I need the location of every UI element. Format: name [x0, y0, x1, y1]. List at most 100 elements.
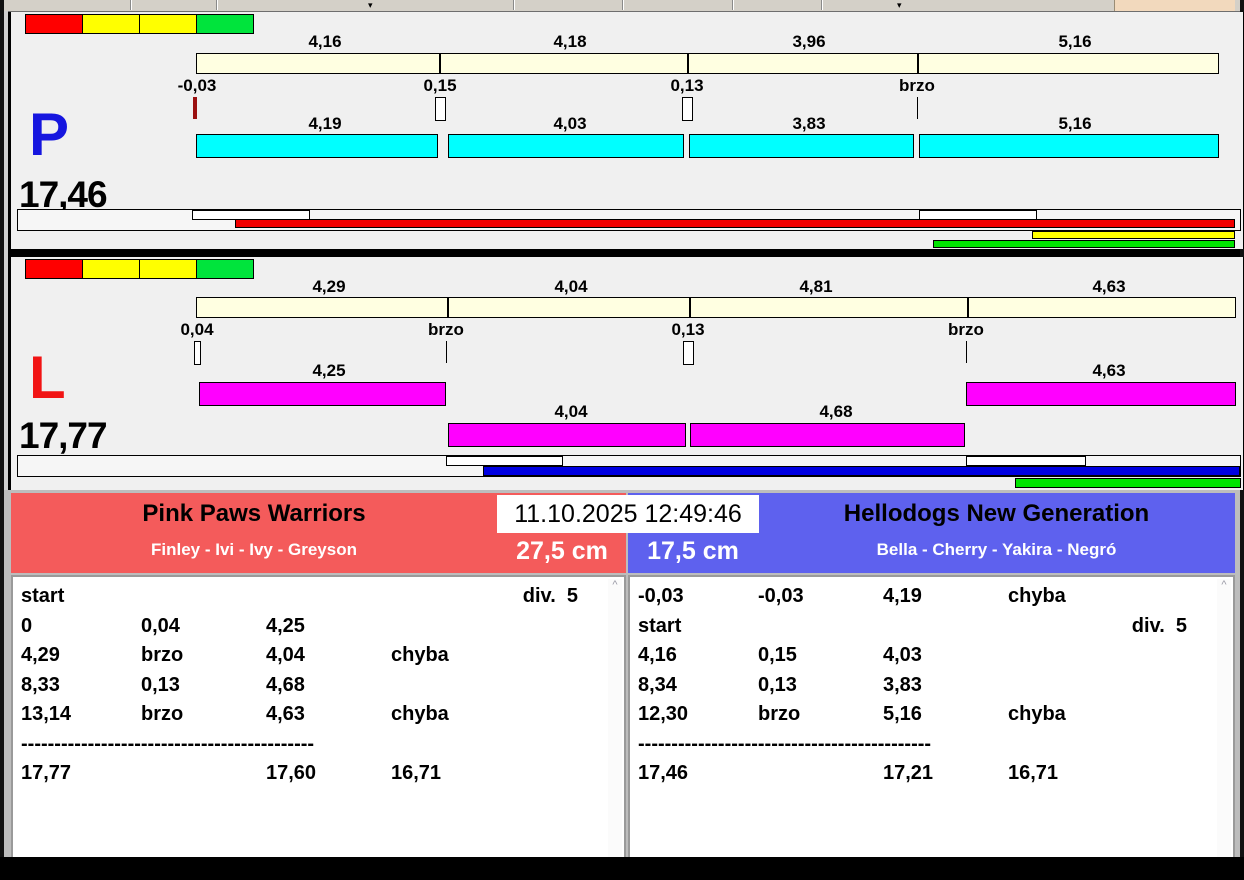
- team-name: Hellodogs New Generation: [843, 500, 1150, 527]
- log-cell: [141, 759, 266, 789]
- scroll-up-icon[interactable]: ^: [1217, 579, 1231, 591]
- scale-tick: [687, 54, 689, 73]
- dog-run-bar: [448, 134, 684, 158]
- log-cell: 0,13: [758, 673, 797, 696]
- scrollbar[interactable]: ^: [1217, 579, 1231, 857]
- log-cell: 17,21: [883, 762, 934, 784]
- log-row: 12,30 brzo 5,16 chyba: [630, 700, 1215, 730]
- dropdown-arrow-icon[interactable]: ▾: [368, 1, 373, 10]
- lane-l: 4,29 4,04 4,81 4,63 0,04 brzo 0,13 brzo …: [8, 257, 1244, 490]
- split-time-label: 3,96: [792, 32, 826, 51]
- log-cell: 4,04: [266, 644, 305, 666]
- split-scale-bar: [196, 297, 1236, 318]
- log-row: -0,03 -0,03 4,19 chyba: [630, 582, 1215, 612]
- log-cell: [391, 671, 501, 701]
- changeover-marker-box: [683, 341, 694, 365]
- log-cell: [1118, 671, 1215, 701]
- scale-tick: [439, 54, 441, 73]
- log-cell: brzo: [141, 644, 184, 666]
- split-time-label: 4,29: [312, 277, 346, 296]
- log-cell-fault: chyba: [391, 703, 449, 725]
- log-cell: 4,68: [266, 673, 305, 696]
- traffic-light-yellow2: [140, 260, 197, 278]
- split-time-label: 4,18: [553, 32, 587, 51]
- split-time-label: 4,16: [308, 32, 342, 51]
- log-cell: [501, 641, 606, 671]
- log-separator: ----------------------------------------…: [21, 732, 315, 755]
- lane-letter: P: [29, 101, 70, 168]
- toolbar-separator: [216, 0, 218, 10]
- dog-time-label: 4,68: [819, 402, 853, 421]
- lane-total-time: 17,46: [19, 174, 108, 215]
- changeover-marker-tick: [446, 341, 447, 363]
- log-cell: [758, 759, 883, 789]
- changeover-marker-tick: [966, 341, 967, 363]
- log-cell-total: 17,77: [21, 762, 72, 784]
- scale-tick: [447, 298, 449, 317]
- log-cell: 16,71: [391, 762, 442, 784]
- log-cell: 4,63: [266, 703, 305, 725]
- log-cell: [1118, 700, 1215, 730]
- split-time-label: 5,16: [1058, 32, 1092, 51]
- log-row: 4,16 0,15 4,03: [630, 641, 1215, 671]
- progress-run-bar: [235, 219, 1235, 228]
- progress-box: [446, 456, 563, 466]
- run-log-left[interactable]: start div. 5 0 0,04 4,25 4,29 brzo 4,04 chyba …: [11, 575, 626, 859]
- log-cell: [141, 582, 266, 612]
- log-row: 8,34 0,13 3,83: [630, 671, 1215, 701]
- traffic-light-yellow1: [83, 15, 140, 33]
- log-row: 0 0,04 4,25: [13, 612, 606, 642]
- traffic-light-yellow2: [140, 15, 197, 33]
- dog-run-bar: [199, 382, 446, 406]
- log-cell: [1118, 582, 1215, 612]
- team-jump-height: 17,5 cm: [647, 537, 739, 565]
- log-cell: [266, 582, 391, 612]
- progress-aux-bar-yellow: [1032, 231, 1235, 239]
- log-cell: start: [21, 585, 65, 607]
- changeover-marker-slim-box: [194, 341, 201, 365]
- log-cell-fault: chyba: [1008, 703, 1066, 725]
- scale-tick: [689, 298, 691, 317]
- log-cell: 8,33: [21, 673, 60, 696]
- dog-run-bar: [196, 134, 438, 158]
- log-cell: 4,29: [21, 644, 60, 666]
- log-cell-division: div. 5: [1131, 614, 1187, 637]
- log-cell: [1008, 612, 1118, 642]
- changeover-label: brzo: [428, 320, 464, 339]
- traffic-light-red: [26, 15, 83, 33]
- log-cell: -0,03: [638, 585, 684, 607]
- scroll-up-icon[interactable]: ^: [608, 579, 622, 591]
- log-cell-total: 17,46: [638, 762, 689, 784]
- toolbar[interactable]: ▾ ▾: [4, 0, 1240, 12]
- log-cell: [501, 700, 606, 730]
- run-log-right[interactable]: -0,03 -0,03 4,19 chyba start div. 5 4,16 0,15…: [628, 575, 1235, 859]
- log-cell: 0,13: [141, 673, 180, 696]
- progress-box: [966, 456, 1086, 466]
- team-dogs: Finley - Ivi - Ivy - Greyson: [151, 540, 357, 559]
- scrollbar[interactable]: ^: [608, 579, 622, 857]
- lane-letter: L: [29, 344, 66, 411]
- log-cell-fault: chyba: [391, 644, 449, 666]
- timestamp: 11.10.2025 12:49:46: [497, 495, 759, 533]
- changeover-label: 0,15: [423, 76, 457, 95]
- log-cell: 4,16: [638, 644, 677, 666]
- lane-divider: [8, 249, 1240, 257]
- toolbar-separator: [622, 0, 624, 10]
- log-cell: [501, 759, 606, 789]
- dropdown-arrow-icon[interactable]: ▾: [897, 1, 902, 10]
- toolbar-separator: [732, 0, 734, 10]
- toolbar-separator: [513, 0, 515, 10]
- log-row: 17,77 17,60 16,71: [13, 759, 606, 789]
- log-row: 8,33 0,13 4,68: [13, 671, 606, 701]
- app-window: ▾ ▾ 4,16 4,18 3,96 5,16 -0,03 0,15 0,13 …: [0, 0, 1244, 880]
- toolbar-panel: [1114, 0, 1235, 11]
- log-separator: ----------------------------------------…: [638, 732, 932, 755]
- log-cell: -0,03: [758, 585, 804, 607]
- log-cell: [1118, 759, 1215, 789]
- changeover-label: 0,04: [180, 320, 214, 339]
- team-dogs: Bella - Cherry - Yakira - Negró: [876, 540, 1117, 559]
- traffic-light-red: [26, 260, 83, 278]
- log-cell: [391, 582, 501, 612]
- log-cell: 3,83: [883, 673, 922, 696]
- log-row: start div. 5: [630, 612, 1215, 642]
